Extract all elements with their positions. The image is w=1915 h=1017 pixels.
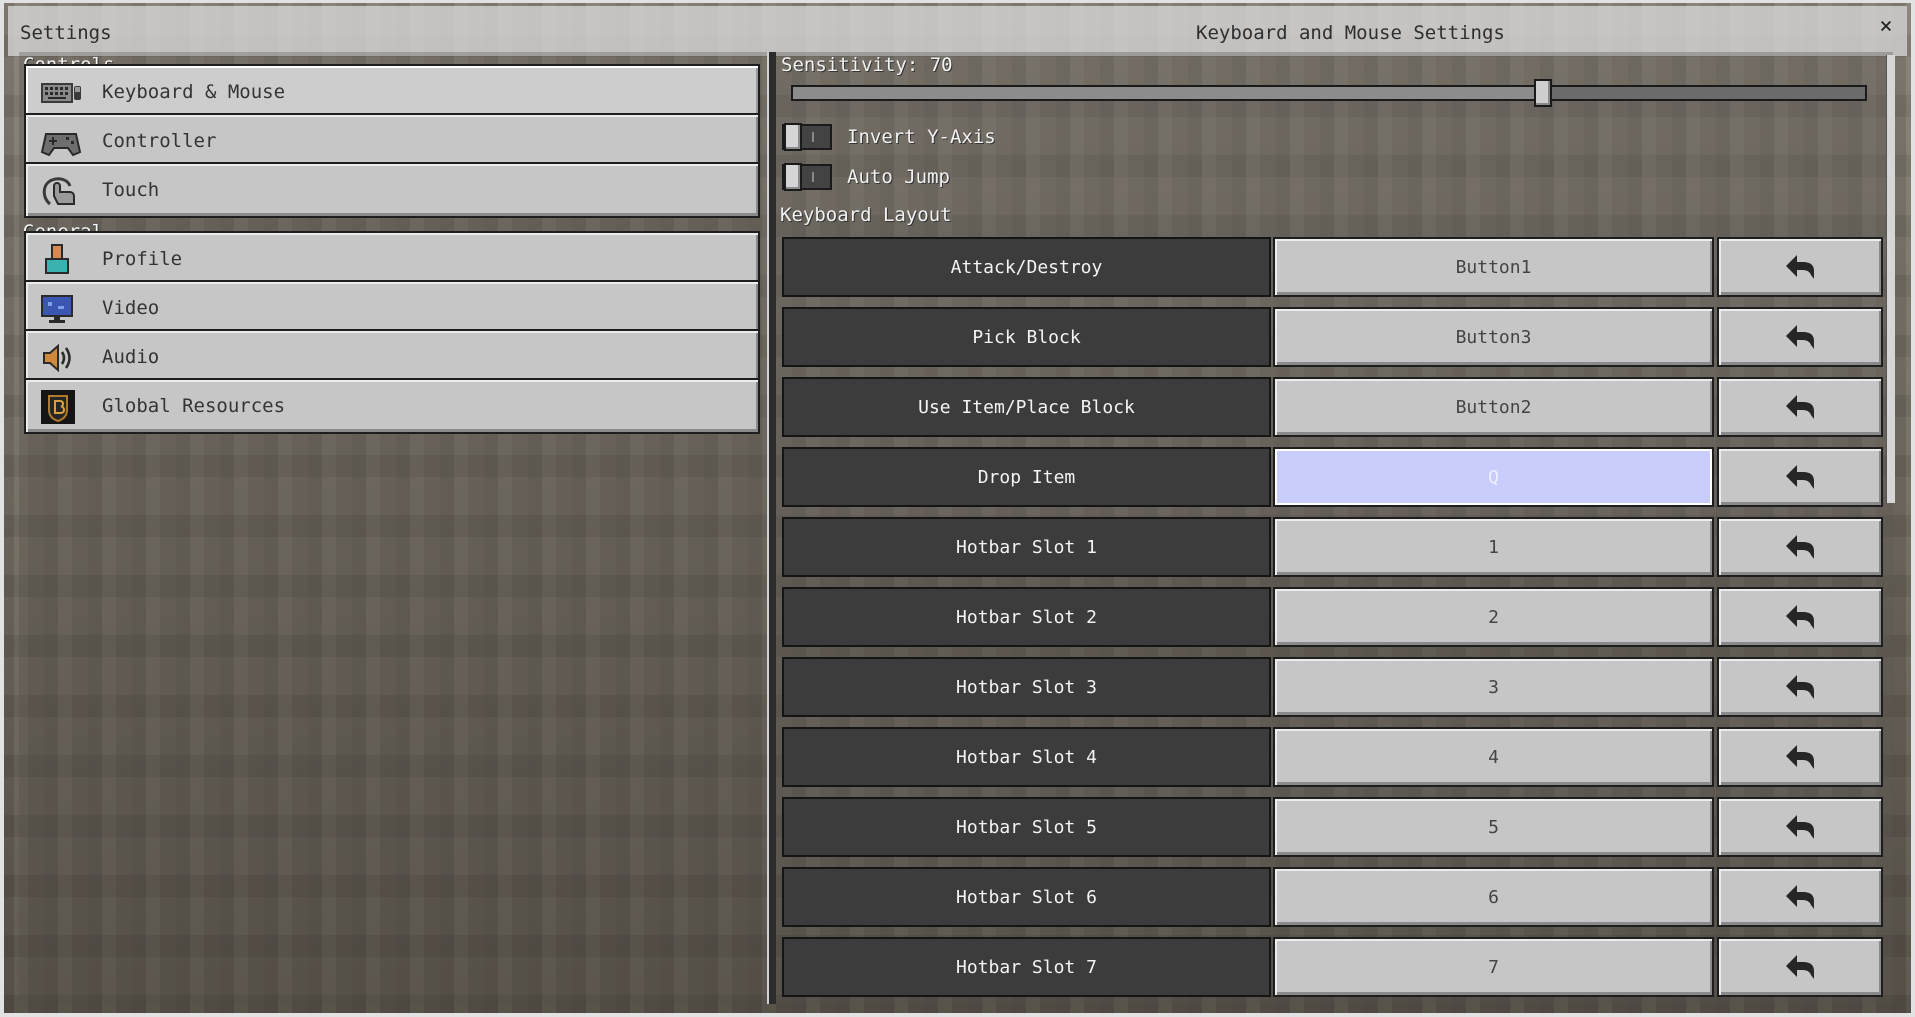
binding-key-button[interactable]: Button3 bbox=[1273, 307, 1714, 367]
monitor-icon bbox=[41, 295, 73, 323]
page-title: Keyboard and Mouse Settings bbox=[1196, 22, 1505, 44]
undo-arrow-icon bbox=[1786, 675, 1814, 699]
undo-arrow-icon bbox=[1786, 745, 1814, 769]
touch-icon bbox=[42, 177, 75, 206]
scrollbar[interactable] bbox=[1886, 55, 1895, 503]
reset-binding-button[interactable] bbox=[1717, 377, 1883, 437]
profile-icon bbox=[45, 244, 69, 274]
keybinding-row: Use Item/Place Block Button2 bbox=[782, 377, 1883, 437]
reset-binding-button[interactable] bbox=[1717, 307, 1883, 367]
speaker-icon bbox=[43, 343, 71, 373]
toggle-tick bbox=[812, 132, 814, 142]
close-icon[interactable]: × bbox=[1875, 16, 1897, 38]
reset-binding-button[interactable] bbox=[1717, 657, 1883, 717]
sidebar-item-label: Controller bbox=[102, 130, 217, 152]
reset-binding-button[interactable] bbox=[1717, 587, 1883, 647]
binding-key-button[interactable]: 2 bbox=[1273, 587, 1714, 647]
reset-binding-button[interactable] bbox=[1717, 447, 1883, 507]
sidebar: Controls Keyboard & Mouse bbox=[19, 52, 767, 1004]
sidebar-item-touch[interactable]: Touch bbox=[24, 162, 760, 218]
binding-key-button[interactable]: 6 bbox=[1273, 867, 1714, 927]
title-bar: Settings Keyboard and Mouse Settings × bbox=[8, 6, 1907, 56]
keyboard-layout-header: Keyboard Layout bbox=[780, 204, 952, 226]
binding-key-button[interactable]: Button2 bbox=[1273, 377, 1714, 437]
keybinding-row: Hotbar Slot 33 bbox=[782, 657, 1883, 717]
reset-binding-button[interactable] bbox=[1717, 517, 1883, 577]
keybinding-row: Hotbar Slot 22 bbox=[782, 587, 1883, 647]
toggle-knob bbox=[784, 123, 802, 151]
reset-binding-button[interactable] bbox=[1717, 937, 1883, 997]
keybinding-row: Drop Item Q bbox=[782, 447, 1883, 507]
binding-action-label: Hotbar Slot 1 bbox=[782, 517, 1271, 577]
sidebar-item-label: Video bbox=[102, 297, 160, 319]
sensitivity-slider[interactable] bbox=[791, 79, 1867, 107]
toggle-tick bbox=[812, 172, 814, 182]
undo-arrow-icon bbox=[1786, 605, 1814, 629]
invert-y-label: Invert Y-Axis bbox=[847, 126, 996, 148]
binding-action-label: Hotbar Slot 6 bbox=[782, 867, 1271, 927]
auto-jump-toggle[interactable] bbox=[782, 163, 832, 191]
binding-key-button[interactable]: 5 bbox=[1273, 797, 1714, 857]
keybinding-row: Attack/Destroy Button1 bbox=[782, 237, 1883, 297]
resource-pack-icon bbox=[41, 390, 75, 424]
sidebar-item-label: Keyboard & Mouse bbox=[102, 81, 286, 103]
undo-arrow-icon bbox=[1786, 955, 1814, 979]
binding-key-button[interactable]: 7 bbox=[1273, 937, 1714, 997]
keybinding-row: Hotbar Slot 66 bbox=[782, 867, 1883, 927]
binding-action-label: Pick Block bbox=[782, 307, 1271, 367]
keybinding-row: Hotbar Slot 55 bbox=[782, 797, 1883, 857]
sidebar-item-controller[interactable]: Controller bbox=[24, 113, 760, 169]
sidebar-item-video[interactable]: Video bbox=[24, 280, 760, 336]
binding-key-button[interactable]: Button1 bbox=[1273, 237, 1714, 297]
keybinding-row: Pick Block Button3 bbox=[782, 307, 1883, 367]
binding-action-label: Drop Item bbox=[782, 447, 1271, 507]
undo-arrow-icon bbox=[1786, 465, 1814, 489]
sensitivity-label: Sensitivity: 70 bbox=[781, 54, 953, 76]
auto-jump-label: Auto Jump bbox=[847, 166, 950, 188]
keybinding-row: Hotbar Slot 77 bbox=[782, 937, 1883, 997]
settings-panel: Sensitivity: 70 Invert Y-Axis Auto Jump … bbox=[776, 52, 1893, 1004]
sidebar-item-label: Profile bbox=[102, 248, 183, 270]
sidebar-item-label: Touch bbox=[102, 179, 160, 201]
binding-key-button[interactable]: 4 bbox=[1273, 727, 1714, 787]
binding-key-button[interactable]: 3 bbox=[1273, 657, 1714, 717]
undo-arrow-icon bbox=[1786, 885, 1814, 909]
binding-key-button[interactable]: Q bbox=[1273, 447, 1714, 507]
binding-action-label: Hotbar Slot 2 bbox=[782, 587, 1271, 647]
binding-action-label: Hotbar Slot 3 bbox=[782, 657, 1271, 717]
sidebar-item-label: Global Resources bbox=[102, 395, 286, 417]
sidebar-item-audio[interactable]: Audio bbox=[24, 329, 760, 385]
binding-action-label: Use Item/Place Block bbox=[782, 377, 1271, 437]
undo-arrow-icon bbox=[1786, 255, 1814, 279]
slider-fill bbox=[793, 87, 1543, 99]
gamepad-icon bbox=[40, 133, 82, 157]
undo-arrow-icon bbox=[1786, 815, 1814, 839]
undo-arrow-icon bbox=[1786, 325, 1814, 349]
undo-arrow-icon bbox=[1786, 395, 1814, 419]
reset-binding-button[interactable] bbox=[1717, 727, 1883, 787]
keyboard-icon bbox=[41, 83, 81, 103]
sidebar-item-global-resources[interactable]: Global Resources bbox=[24, 378, 760, 434]
binding-action-label: Attack/Destroy bbox=[782, 237, 1271, 297]
slider-handle[interactable] bbox=[1534, 79, 1552, 107]
binding-action-label: Hotbar Slot 7 bbox=[782, 937, 1271, 997]
sidebar-item-keyboard-mouse[interactable]: Keyboard & Mouse bbox=[24, 64, 760, 120]
sidebar-item-profile[interactable]: Profile bbox=[24, 231, 760, 287]
binding-key-button[interactable]: 1 bbox=[1273, 517, 1714, 577]
invert-y-toggle[interactable] bbox=[782, 123, 832, 151]
binding-action-label: Hotbar Slot 4 bbox=[782, 727, 1271, 787]
settings-window: Settings Keyboard and Mouse Settings × C… bbox=[0, 0, 1915, 1017]
panel-divider bbox=[767, 52, 776, 1004]
toggle-knob bbox=[784, 163, 802, 191]
undo-arrow-icon bbox=[1786, 535, 1814, 559]
window-title: Settings bbox=[20, 22, 112, 44]
keybinding-row: Hotbar Slot 44 bbox=[782, 727, 1883, 787]
binding-action-label: Hotbar Slot 5 bbox=[782, 797, 1271, 857]
reset-binding-button[interactable] bbox=[1717, 797, 1883, 857]
reset-binding-button[interactable] bbox=[1717, 867, 1883, 927]
reset-binding-button[interactable] bbox=[1717, 237, 1883, 297]
keybinding-row: Hotbar Slot 11 bbox=[782, 517, 1883, 577]
sidebar-item-label: Audio bbox=[102, 346, 160, 368]
